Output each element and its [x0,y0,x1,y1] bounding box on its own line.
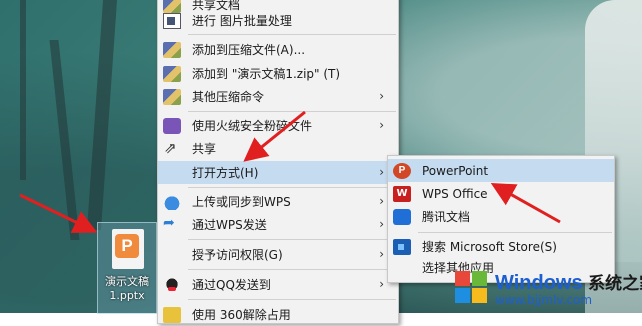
powerpoint-icon: P [393,162,411,179]
menu-separator [418,232,612,233]
open-with-submenu: P PowerPoint W WPS Office 腾讯文档 搜索 Micros… [387,155,615,283]
winrar-icon [163,65,181,82]
menu-separator [188,239,396,240]
chevron-right-icon: › [379,217,384,231]
menu-item-share[interactable]: 共享 [158,137,398,160]
menu-separator [188,269,396,270]
qq-icon [163,276,181,293]
send-icon [163,215,181,233]
tree-trunk [20,0,26,180]
submenu-item-powerpoint[interactable]: P PowerPoint [388,159,614,182]
menu-item-open-with[interactable]: 打开方式(H) › [158,161,398,184]
chevron-right-icon: › [379,118,384,132]
tree-trunk [86,0,118,230]
menu-item-batch-image[interactable]: 进行 图片批量处理 [158,9,398,32]
chevron-right-icon: › [379,194,384,208]
menu-separator [188,111,396,112]
menu-separator [188,299,396,300]
chevron-right-icon: › [379,165,384,179]
desktop-file-pptx[interactable]: P 演示文稿 1.pptx [97,222,157,314]
menu-item-shred[interactable]: 使用火绒安全粉碎文件 › [158,114,398,137]
context-menu: 共享文档 进行 图片批量处理 添加到压缩文件(A)... 添加到 "演示文稿1.… [157,0,399,324]
chevron-right-icon: › [379,277,384,291]
chevron-right-icon: › [379,89,384,103]
menu-item-add-archive[interactable]: 添加到压缩文件(A)... [158,38,398,61]
winrar-icon [163,41,181,58]
menu-item-grant-access[interactable]: 授予访问权限(G) › [158,243,398,266]
pptx-file-icon: P [112,229,144,269]
desktop-file-label: 演示文稿 1.pptx [105,275,149,302]
menu-separator [188,34,396,35]
submenu-item-tencent-docs[interactable]: 腾讯文档 [388,205,614,228]
site-watermark: Windows 系统之家 www.bjjmlv.com [455,265,642,313]
chevron-right-icon: › [379,247,384,261]
menu-item-send-wps[interactable]: 通过WPS发送 › [158,213,398,236]
submenu-item-wps-office[interactable]: W WPS Office [388,182,614,205]
menu-item-other-compress[interactable]: 其他压缩命令 › [158,85,398,108]
shredder-icon [163,117,181,134]
batch-image-icon [163,12,181,29]
menu-item-add-zip[interactable]: 添加到 "演示文稿1.zip" (T) [158,62,398,85]
tree-trunk [49,40,80,240]
microsoft-store-icon [393,238,411,255]
share-icon [163,139,181,157]
wps-office-icon: W [393,185,411,202]
windows-logo-icon [455,271,489,305]
360-icon [163,306,181,323]
winrar-icon [163,88,181,105]
cloud-icon [163,193,181,210]
menu-item-send-qq[interactable]: 通过QQ发送到 › [158,273,398,296]
menu-separator [188,187,396,188]
menu-item-360-unlock[interactable]: 使用 360解除占用 [158,303,398,326]
submenu-item-ms-store[interactable]: 搜索 Microsoft Store(S) [388,235,614,258]
menu-item-upload-wps[interactable]: 上传或同步到WPS › [158,190,398,213]
tencent-docs-icon [393,208,411,225]
